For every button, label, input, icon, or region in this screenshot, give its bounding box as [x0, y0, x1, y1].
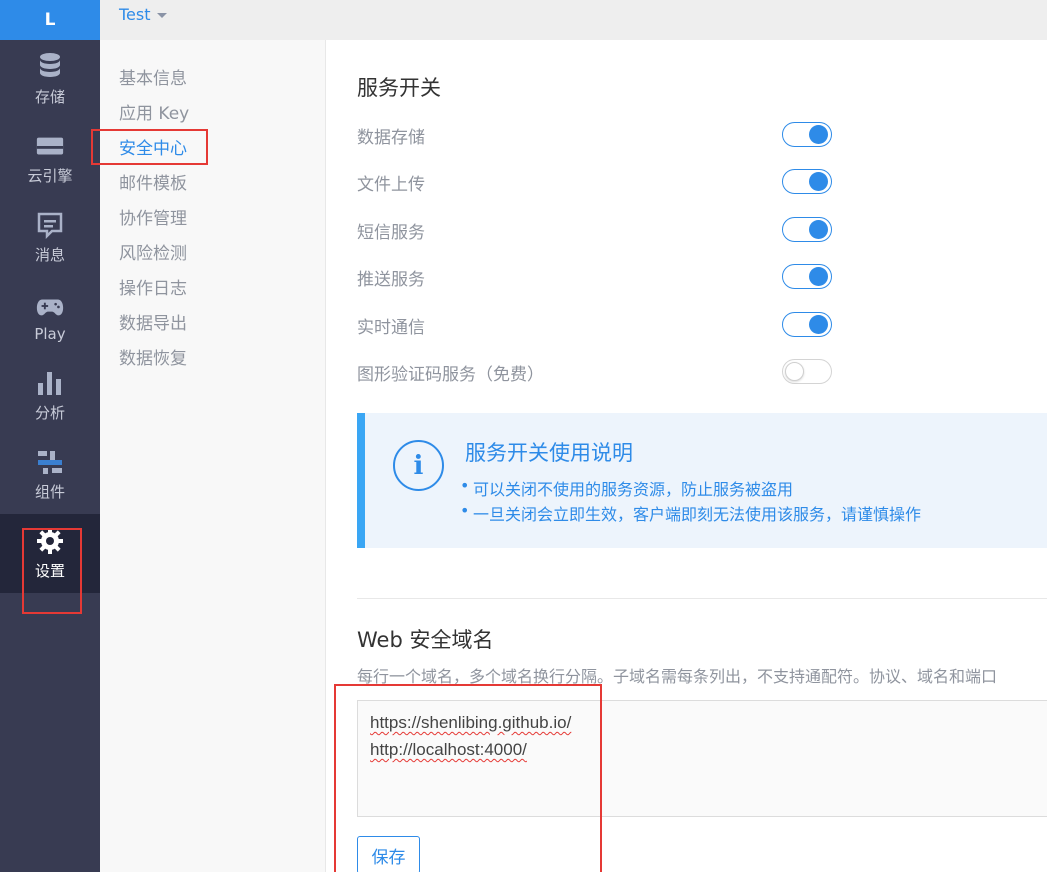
left-nav: L 存储 云引擎 消息 Play 分析 组件 设置	[0, 0, 100, 872]
toggle-knob	[809, 220, 828, 239]
subnav-item-data-export[interactable]: 数据导出	[119, 309, 187, 334]
subnav-item-app-key[interactable]: 应用 Key	[119, 99, 189, 124]
toggle-knob	[785, 362, 804, 381]
info-title: 服务开关使用说明	[465, 441, 633, 465]
subnav-item-basic-info[interactable]: 基本信息	[119, 64, 187, 89]
toggle-captcha[interactable]	[782, 359, 832, 384]
switch-label-captcha: 图形验证码服务（免费）	[357, 365, 544, 385]
switch-label-data-storage: 数据存储	[357, 128, 425, 148]
subnav-item-email-templates[interactable]: 邮件模板	[119, 169, 187, 194]
toggle-sms[interactable]	[782, 217, 832, 242]
settings-subnav: 基本信息 应用 Key 安全中心 邮件模板 协作管理 风险检测 操作日志 数据导…	[91, 40, 325, 872]
highlight-box-domains	[334, 684, 602, 872]
toggle-data-storage[interactable]	[782, 122, 832, 147]
app-name: Test	[119, 5, 151, 24]
nav-item-analytics[interactable]: 分析	[0, 356, 100, 435]
switch-label-sms: 短信服务	[357, 223, 425, 243]
nav-item-components[interactable]: 组件	[0, 435, 100, 514]
nav-label: Play	[34, 324, 66, 343]
nav-label: 消息	[34, 246, 65, 264]
components-icon	[35, 447, 65, 477]
toggle-knob	[809, 315, 828, 334]
info-panel: i 服务开关使用说明 可以关闭不使用的服务资源，防止服务被盗用 一旦关闭会立即生…	[357, 413, 1047, 548]
switch-label-push: 推送服务	[357, 270, 425, 290]
toggle-knob	[809, 125, 828, 144]
toggle-knob	[809, 267, 828, 286]
toggle-file-upload[interactable]	[782, 169, 832, 194]
caret-down-icon	[156, 13, 167, 18]
web-domain-title: Web 安全域名	[357, 628, 494, 652]
subnav-item-collaboration[interactable]: 协作管理	[119, 204, 187, 229]
toggle-knob	[809, 172, 828, 191]
database-icon	[35, 52, 65, 82]
subnav-item-data-restore[interactable]: 数据恢复	[119, 344, 187, 369]
nav-label: 组件	[34, 483, 65, 501]
nav-label: 云引擎	[27, 167, 73, 185]
top-bar: Test	[100, 0, 1047, 40]
app-logo[interactable]: L	[0, 0, 100, 40]
section-divider	[357, 598, 1047, 599]
bar-chart-icon	[35, 368, 65, 398]
app-selector[interactable]: Test	[119, 5, 167, 24]
info-icon: i	[393, 440, 444, 491]
nav-item-cloud-engine[interactable]: 云引擎	[0, 119, 100, 198]
subnav-item-risk-detection[interactable]: 风险检测	[119, 239, 187, 264]
main-content: 服务开关 数据存储 文件上传 短信服务 推送服务 实时通信 图形验证码服务（免费…	[325, 40, 1047, 872]
info-line: 可以关闭不使用的服务资源，防止服务被盗用	[460, 476, 793, 500]
toggle-push[interactable]	[782, 264, 832, 289]
highlight-box-settings	[22, 528, 82, 614]
nav-item-message[interactable]: 消息	[0, 198, 100, 277]
nav-item-storage[interactable]: 存储	[0, 40, 100, 119]
highlight-box-security-center	[91, 129, 208, 165]
toggle-realtime[interactable]	[782, 312, 832, 337]
switch-label-realtime: 实时通信	[357, 318, 425, 338]
nav-label: 分析	[34, 404, 65, 422]
server-icon	[35, 131, 65, 161]
switch-label-file-upload: 文件上传	[357, 175, 425, 195]
service-switch-title: 服务开关	[357, 76, 441, 100]
info-line: 一旦关闭会立即生效，客户端即刻无法使用该服务，请谨慎操作	[460, 501, 921, 525]
subnav-item-operation-log[interactable]: 操作日志	[119, 274, 187, 299]
nav-label: 存储	[34, 88, 65, 106]
gamepad-icon	[35, 291, 65, 321]
message-icon	[35, 210, 65, 240]
nav-item-play[interactable]: Play	[0, 277, 100, 356]
